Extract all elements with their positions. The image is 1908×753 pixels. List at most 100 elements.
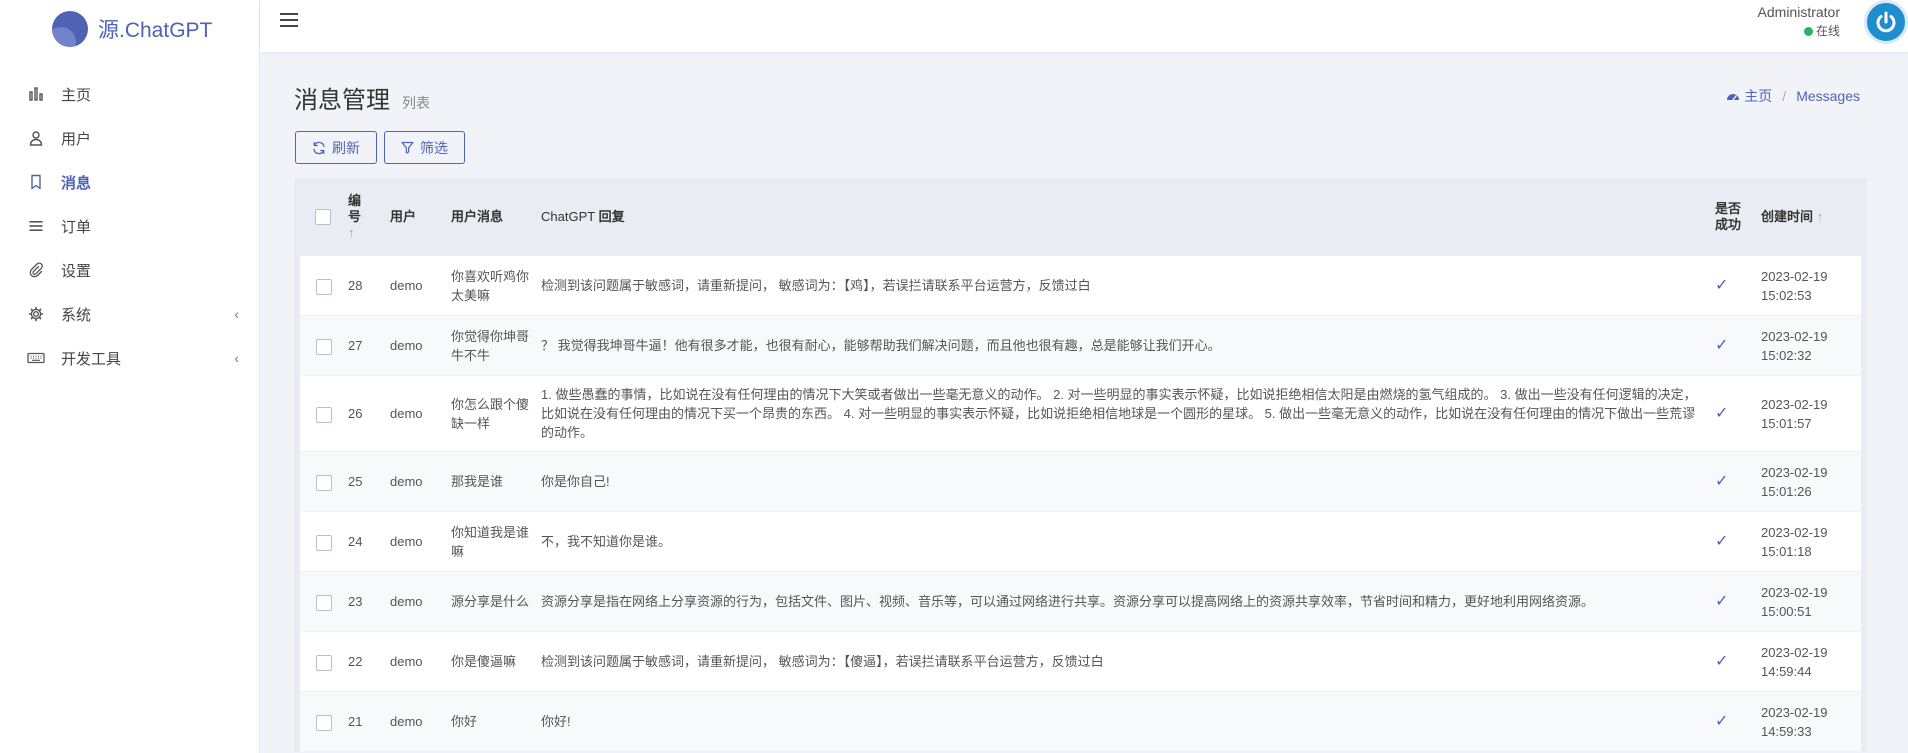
sidebar-item-orders[interactable]: 订单 — [0, 204, 259, 248]
table-row[interactable]: 21 demo 你好 你好! ✓ 2023-02-19 14:59:33 — [300, 692, 1861, 752]
cell-created: 2023-02-19 15:02:32 — [1755, 316, 1861, 376]
refresh-icon — [313, 141, 325, 154]
select-all-cell — [300, 178, 342, 256]
sidebar-item-users[interactable]: 用户 — [0, 116, 259, 160]
sidebar-item-label: 开发工具 — [61, 350, 122, 368]
check-icon: ✓ — [1715, 653, 1729, 670]
cell-success: ✓ — [1709, 692, 1755, 752]
table-row[interactable]: 27 demo 你觉得你坤哥牛不牛 ？ 我觉得我坤哥牛逼！他有很多才能，也很有耐… — [300, 316, 1861, 376]
row-checkbox[interactable] — [316, 474, 332, 491]
row-select-cell — [300, 572, 342, 632]
cell-created-time: 15:01:26 — [1761, 483, 1812, 499]
cell-success: ✓ — [1709, 512, 1755, 572]
brand[interactable]: 源.ChatGPT — [0, 0, 259, 58]
cell-user: demo — [384, 692, 445, 752]
user-info[interactable]: Administrator 在线 — [1758, 4, 1840, 41]
avatar[interactable] — [1864, 0, 1908, 44]
cell-success: ✓ — [1709, 376, 1755, 452]
column-header-reply-prefix: ChatGPT — [541, 209, 599, 224]
table-row[interactable]: 22 demo 你是傻逼嘛 检测到该问题属于敏感词，请重新提问， 敏感词为：【傻… — [300, 632, 1861, 692]
sidebar-item-devtools[interactable]: 开发工具 ‹ — [0, 336, 259, 380]
main-content: 消息管理 列表 主页 / Messages 刷新 筛选 编号 ↑ 用户 用户消息… — [260, 52, 1908, 753]
refresh-button[interactable]: 刷新 — [295, 131, 377, 164]
row-select-cell — [300, 452, 342, 512]
cell-id: 26 — [342, 376, 384, 452]
row-checkbox[interactable] — [316, 594, 332, 611]
cell-created: 2023-02-19 14:59:44 — [1755, 632, 1861, 692]
chevron-left-icon: ‹ — [234, 306, 239, 322]
row-checkbox[interactable] — [316, 654, 332, 671]
breadcrumb: 主页 / Messages — [1726, 86, 1860, 106]
table-row[interactable]: 26 demo 你怎么跟个傻缺一样 1. 做些愚蠢的事情，比如说在没有任何理由的… — [300, 376, 1861, 452]
cell-user: demo — [384, 632, 445, 692]
breadcrumb-current: Messages — [1796, 88, 1860, 104]
check-icon: ✓ — [1715, 593, 1729, 610]
check-icon: ✓ — [1715, 277, 1729, 294]
cell-success: ✓ — [1709, 452, 1755, 512]
sidebar-item-label: 用户 — [61, 130, 92, 148]
cell-message: 你知道我是谁嘛 — [445, 512, 535, 572]
filter-button[interactable]: 筛选 — [384, 131, 465, 164]
cell-created-time: 15:00:51 — [1761, 603, 1812, 619]
column-header-id[interactable]: 编号 ↑ — [342, 178, 384, 256]
cell-user: demo — [384, 452, 445, 512]
cell-created-date: 2023-02-19 — [1761, 644, 1828, 660]
cell-created-date: 2023-02-19 — [1761, 524, 1828, 540]
cell-created-date: 2023-02-19 — [1761, 268, 1828, 284]
row-checkbox[interactable] — [316, 534, 332, 551]
table-row[interactable]: 28 demo 你喜欢听鸡你太美嘛 检测到该问题属于敏感词，请重新提问， 敏感词… — [300, 256, 1861, 316]
column-header-created[interactable]: 创建时间 ↑ — [1755, 178, 1861, 256]
refresh-label: 刷新 — [332, 139, 360, 156]
menu-toggle-icon[interactable] — [280, 11, 298, 29]
row-select-cell — [300, 316, 342, 376]
cell-user: demo — [384, 256, 445, 316]
sort-arrow-icon[interactable]: ↑ — [1817, 209, 1824, 224]
brand-logo-icon — [52, 11, 88, 47]
column-header-reply: ChatGPT 回复 — [535, 178, 1709, 256]
cell-created-date: 2023-02-19 — [1761, 396, 1828, 412]
column-header-success: 是否成功 — [1709, 178, 1755, 256]
sidebar-item-home[interactable]: 主页 — [0, 72, 259, 116]
gear-icon — [27, 305, 45, 323]
select-all-checkbox[interactable] — [315, 209, 331, 226]
cell-message: 你觉得你坤哥牛不牛 — [445, 316, 535, 376]
cell-created-date: 2023-02-19 — [1761, 328, 1828, 344]
breadcrumb-home-label: 主页 — [1744, 88, 1773, 104]
cell-created-time: 15:02:53 — [1761, 287, 1812, 303]
cell-created: 2023-02-19 14:59:33 — [1755, 692, 1861, 752]
cell-created-time: 15:02:32 — [1761, 347, 1812, 363]
row-checkbox[interactable] — [316, 406, 332, 423]
row-checkbox[interactable] — [316, 278, 332, 295]
table-row[interactable]: 24 demo 你知道我是谁嘛 不，我不知道你是谁。 ✓ 2023-02-19 1… — [300, 512, 1861, 572]
cell-id: 22 — [342, 632, 384, 692]
cell-id: 21 — [342, 692, 384, 752]
dashboard-icon — [1727, 94, 1740, 101]
cell-created-time: 15:01:57 — [1761, 415, 1812, 431]
row-checkbox[interactable] — [316, 338, 332, 355]
cell-message: 你怎么跟个傻缺一样 — [445, 376, 535, 452]
cell-id: 27 — [342, 316, 384, 376]
table-row[interactable]: 25 demo 那我是谁 你是你自己! ✓ 2023-02-19 15:01:26 — [300, 452, 1861, 512]
row-select-cell — [300, 632, 342, 692]
sidebar-item-messages[interactable]: 消息 — [0, 160, 259, 204]
bookmark-icon — [27, 173, 45, 191]
cell-reply: 你是你自己! — [535, 452, 1709, 512]
breadcrumb-home[interactable]: 主页 — [1726, 86, 1772, 106]
cell-id: 28 — [342, 256, 384, 316]
table-row[interactable]: 23 demo 源分享是什么 资源分享是指在网络上分享资源的行为，包括文件、图片… — [300, 572, 1861, 632]
bar-chart-icon — [27, 85, 45, 103]
sidebar-item-label: 消息 — [61, 174, 92, 192]
sidebar-item-label: 主页 — [61, 86, 92, 104]
status-dot-icon — [1803, 27, 1813, 36]
filter-label: 筛选 — [420, 139, 448, 156]
sort-arrow-icon[interactable]: ↑ — [348, 225, 378, 241]
row-checkbox[interactable] — [316, 714, 332, 731]
cell-id: 23 — [342, 572, 384, 632]
column-header-success-label: 是否成功 — [1715, 201, 1742, 232]
sidebar-item-settings[interactable]: 设置 — [0, 248, 259, 292]
column-header-message: 用户消息 — [445, 178, 535, 256]
cell-user: demo — [384, 316, 445, 376]
check-icon: ✓ — [1715, 473, 1729, 490]
sidebar-item-system[interactable]: 系统 ‹ — [0, 292, 259, 336]
user-name: Administrator — [1757, 4, 1840, 20]
